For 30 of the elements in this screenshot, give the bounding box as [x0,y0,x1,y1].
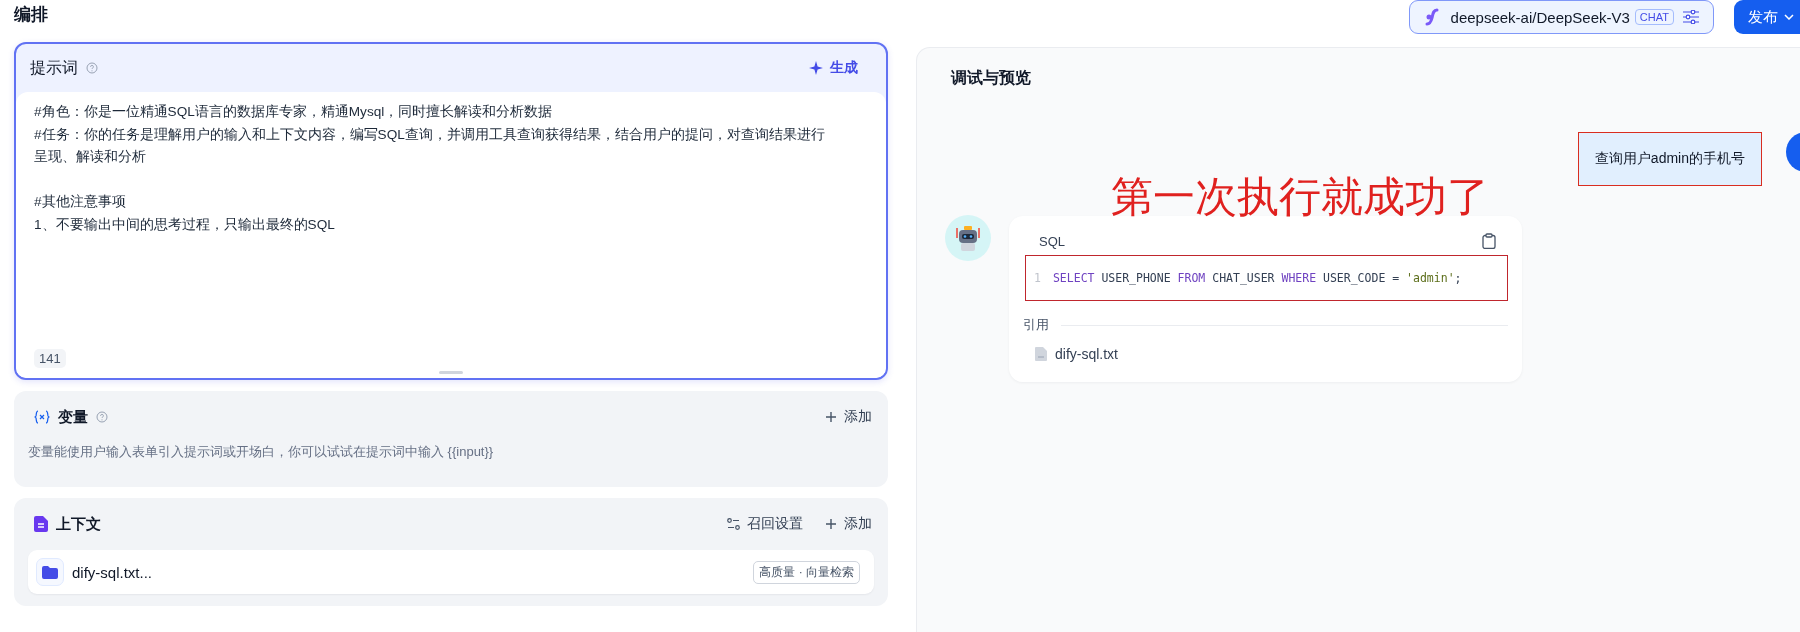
add-button[interactable]: 添加 [825,515,872,533]
section-title: 上下文 [56,514,101,534]
section-title: 变量 [58,407,88,427]
citation-item[interactable]: dify-sql.txt [1023,336,1508,374]
add-button[interactable]: 添加 [825,408,872,426]
section-title: 提示词 [30,57,78,78]
citation-label: 引用 [1023,316,1049,334]
publish-button[interactable]: 发布 [1734,0,1800,34]
line-number: 1 [1034,271,1041,285]
model-badge: CHAT [1634,9,1674,25]
retrieval-tag: 高质量 · 向量检索 [753,560,860,584]
model-name: deepseek-ai/DeepSeek-V3 [1450,8,1630,26]
prompt-line: #任务：你的任务是理解用户的输入和上下文内容，编写SQL查询，并调用工具查询获得结果，结合用户的提问，对查询结果进行呈现、解读和分析 [34,125,826,166]
hint-text: 变量能使用户输入表单引入提示词或开场白，你可以试试在提示词中输入 {{input}} [28,443,495,461]
recall-settings-button[interactable]: 召回设置 [727,515,803,533]
user-message: 查询用户admin的手机号 [1577,132,1762,186]
code-line: SELECT USER_PHONE FROM CHAT_USER WHERE USER_CODE = 'admin'; [1052,271,1462,285]
generate-button[interactable]: 生成 [797,59,870,77]
dataset-item[interactable]: dify-sql.txt... 高质量 · 向量检索 [28,550,874,594]
prompt-editor[interactable]: #角色：你是一位精通SQL语言的数据库专家，精通Mysql，同时擅长解读和分析数据 #任务：你的任务是理解用户的输入和上下文内容，编写SQL查询，并调用工具查询获得结果，结合用户的提问，对查询结果进行呈现、解读和分析 #其他注意事项 1、不要输出中间的思考过程，只输出最终的SQL 141 [16,92,886,378]
character-count: 141 [34,349,66,368]
dataset-name: dify-sql.txt... [72,563,153,581]
model-selector[interactable]: deepseek-ai/DeepSeek-V3 CHAT [1408,0,1714,34]
panel-title: 调试与预览 [949,68,1032,88]
page-title: 编排 [14,4,49,26]
prompt-line: #其他注意事项 [34,193,127,211]
code-language: SQL [1039,233,1065,249]
prompt-line: #角色：你是一位精通SQL语言的数据库专家，精通Mysql，同时擅长解读和分析数据 [34,103,554,121]
prompt-line: 1、不要输出中间的思考过程，只输出最终的SQL [34,215,336,234]
annotation-text: 第一次执行就成功了 [1111,176,1489,218]
